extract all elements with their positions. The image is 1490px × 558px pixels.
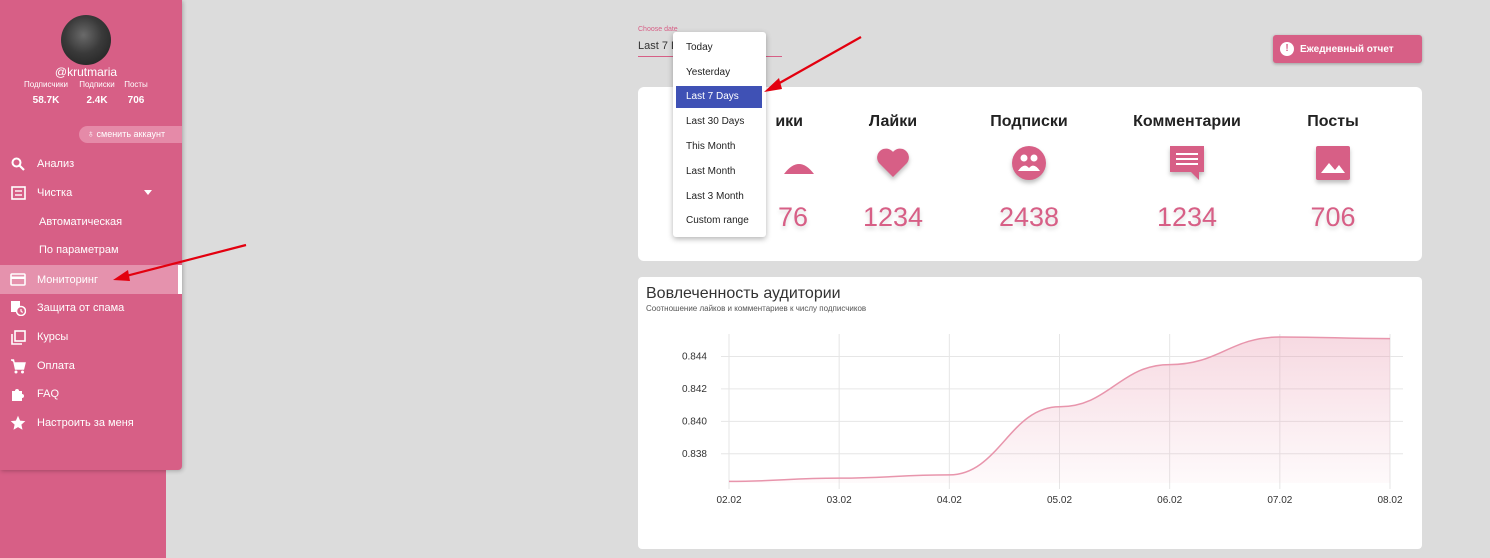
- avatar[interactable]: [61, 15, 111, 65]
- list-icon: [10, 185, 26, 201]
- sidebar-item-monitoring[interactable]: Мониторинг: [0, 265, 182, 294]
- y-tick-label: 0.838: [682, 449, 707, 460]
- stat-value: 2.4K: [86, 95, 108, 106]
- sidebar-item-label: Оплата: [37, 360, 75, 372]
- comment-icon: [1168, 144, 1206, 182]
- username: @krutmaria: [54, 65, 118, 79]
- sidebar-item-label: Курсы: [37, 331, 69, 343]
- sidebar-item-by-parameters[interactable]: По параметрам: [0, 236, 182, 264]
- x-tick-label: 05.02: [1047, 495, 1072, 506]
- stat-title: Комментарии: [1133, 113, 1241, 130]
- sidebar-item-cleanup[interactable]: Чистка: [0, 179, 182, 207]
- x-tick-label: 06.02: [1157, 495, 1182, 506]
- sidebar-item-courses[interactable]: Курсы: [0, 323, 182, 351]
- stat-followers: Подписчики 58.7K: [21, 80, 71, 106]
- stat-title: Лайки: [868, 113, 918, 130]
- sidebar-item-label: Настроить за меня: [37, 417, 134, 429]
- y-tick-label: 0.840: [682, 416, 707, 427]
- stat-posts: Посты 706: [120, 80, 152, 106]
- engagement-chart: 0.838 0.840 0.842 0.844 02.02 03.02 04.02 05.02…: [682, 334, 1403, 506]
- dropdown-option-this-month[interactable]: This Month: [676, 136, 762, 158]
- sidebar-item-faq[interactable]: FAQ: [0, 380, 182, 408]
- annotation-arrow-dropdown: [775, 36, 862, 86]
- stat-value: 1234: [1156, 202, 1218, 232]
- x-tick-label: 02.02: [716, 495, 741, 506]
- dropdown-option-last-7-days[interactable]: Last 7 Days: [676, 86, 762, 108]
- stat-following: Подписки 2.4K: [76, 80, 118, 106]
- sidebar-item-analysis[interactable]: Анализ: [0, 150, 182, 178]
- dropdown-option-last-3-month[interactable]: Last 3 Month: [676, 186, 762, 208]
- x-tick-label: 08.02: [1377, 495, 1402, 506]
- puzzle-icon: [10, 386, 26, 402]
- x-tick-label: 03.02: [827, 495, 852, 506]
- sidebar-item-label: По параметрам: [39, 244, 119, 256]
- sidebar-item-setup-for-me[interactable]: Настроить за меня: [0, 409, 182, 437]
- y-tick-label: 0.842: [682, 384, 707, 395]
- dropdown-option-last-30-days[interactable]: Last 30 Days: [676, 111, 762, 133]
- sidebar-item-label: Автоматическая: [39, 216, 123, 228]
- stat-label: Посты: [124, 80, 148, 89]
- x-tick-label: 07.02: [1267, 495, 1292, 506]
- switch-account-button[interactable]: ♁ сменить аккаунт: [79, 126, 182, 143]
- stat-value: 58.7K: [32, 95, 60, 106]
- x-tick-label: 04.02: [937, 495, 962, 506]
- sidebar: @krutmaria Подписчики 58.7K Подписки 2.4…: [0, 0, 182, 470]
- people-icon: [1010, 144, 1048, 182]
- stat-value: 2438: [998, 202, 1060, 232]
- alert-icon: !: [1280, 42, 1294, 56]
- search-icon: [10, 156, 26, 172]
- stat-value: 706: [1310, 202, 1356, 232]
- y-tick-label: 0.844: [682, 351, 707, 362]
- image-icon: [1314, 144, 1352, 182]
- sidebar-item-label: Чистка: [37, 187, 73, 199]
- stat-value: 706: [127, 95, 145, 106]
- sidebar-item-label: Мониторинг: [37, 273, 99, 286]
- chevron-down-icon[interactable]: [144, 190, 152, 195]
- sidebar-item-spam-protection[interactable]: Защита от спама: [0, 294, 182, 322]
- sidebar-item-label: Анализ: [37, 158, 75, 170]
- date-range-dropdown: Today Yesterday Last 7 Days Last 30 Days…: [673, 32, 766, 237]
- sidebar-item-label: Защита от спама: [37, 302, 125, 314]
- stat-label: Подписки: [79, 80, 115, 89]
- engagement-chart-card: Вовлеченность аудитории Соотношение лайк…: [638, 277, 1422, 549]
- shield-clock-icon: [10, 300, 26, 316]
- dropdown-option-today[interactable]: Today: [676, 37, 762, 59]
- daily-report-button[interactable]: ! Ежедневный отчет: [1273, 35, 1422, 63]
- library-icon: [10, 329, 26, 345]
- heart-icon: [874, 144, 912, 182]
- switch-account-label: сменить аккаунт: [96, 129, 166, 139]
- sidebar-item-automatic[interactable]: Автоматическая: [0, 208, 182, 236]
- stat-title: Подписки: [990, 113, 1068, 130]
- sidebar-item-payment[interactable]: Оплата: [0, 352, 182, 380]
- date-picker-label: Choose date: [638, 26, 678, 33]
- followers-icon: [780, 144, 818, 182]
- dropdown-option-yesterday[interactable]: Yesterday: [676, 62, 762, 84]
- daily-report-label: Ежедневный отчет: [1300, 43, 1394, 55]
- stat-label: Подписчики: [23, 80, 68, 89]
- stat-value: 1234: [862, 202, 924, 232]
- dropdown-option-last-month[interactable]: Last Month: [676, 161, 762, 183]
- dropdown-option-custom-range[interactable]: Custom range: [676, 210, 762, 232]
- stat-title: Посты: [1307, 113, 1359, 130]
- link-icon: ♁: [87, 129, 95, 140]
- sidebar-item-label: FAQ: [37, 388, 60, 400]
- card-icon: [10, 272, 26, 288]
- cart-icon: [10, 358, 26, 374]
- star-icon: [10, 415, 26, 431]
